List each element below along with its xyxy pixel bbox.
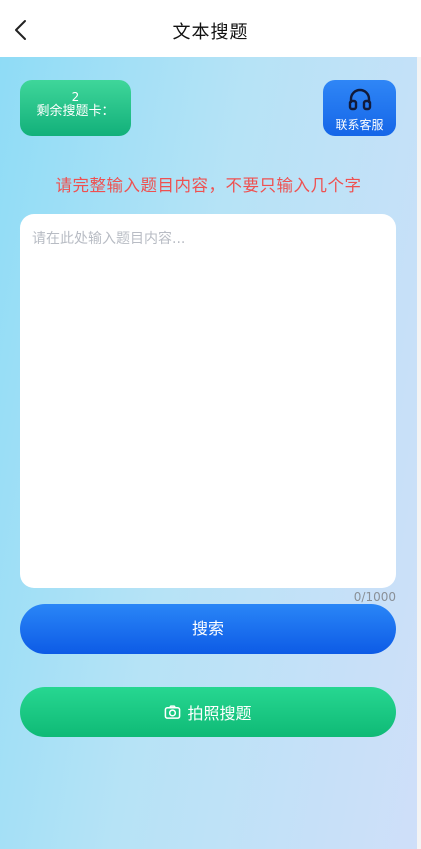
search-card-counter-button[interactable]: 2 剩余搜题卡： <box>20 80 131 136</box>
headphones-icon <box>348 88 372 111</box>
contact-service-label: 联系客服 <box>335 118 384 132</box>
search-button[interactable]: 搜索 <box>20 604 396 654</box>
photo-search-label: 拍照搜题 <box>187 704 252 723</box>
contact-service-button[interactable]: 联系客服 <box>323 80 396 136</box>
question-input-box <box>20 214 396 588</box>
remaining-card-count: 2 <box>71 90 80 104</box>
scrollbar <box>417 57 421 849</box>
remaining-card-label: 剩余搜题卡： <box>36 104 115 119</box>
char-counter: 0/1000 <box>353 590 396 604</box>
photo-search-button[interactable]: 拍照搜题 <box>20 687 396 737</box>
camera-icon <box>165 704 181 719</box>
input-warning-text: 请完整输入题目内容，不要只输入几个字 <box>55 176 362 195</box>
question-input[interactable] <box>20 214 396 588</box>
page-title: 文本搜题 <box>172 22 249 43</box>
search-button-label: 搜索 <box>191 619 224 638</box>
top-bar: 文本搜题 <box>0 0 421 57</box>
